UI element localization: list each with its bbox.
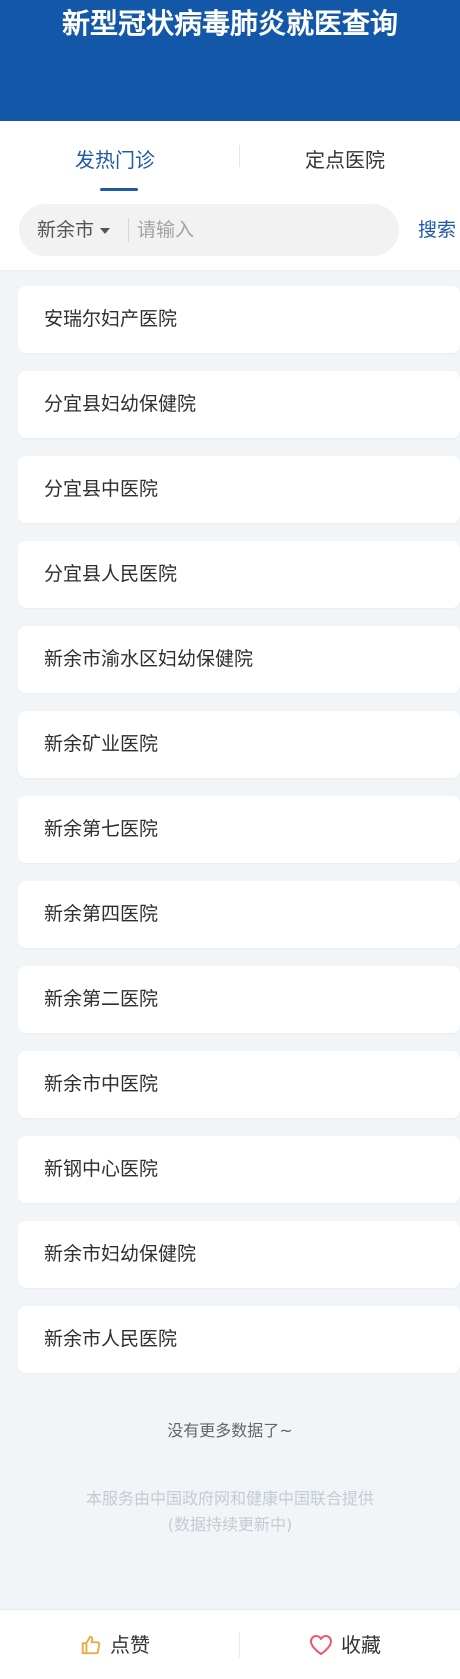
thumbs-up-icon (81, 1635, 101, 1655)
hospital-card[interactable]: 新余第七医院 (18, 796, 460, 863)
hospital-list: 安瑞尔妇产医院 分宜县妇幼保健院 分宜县中医院 分宜县人民医院 新余市渝水区妇幼保健院新… (18, 286, 460, 1391)
hospital-card[interactable]: 分宜县中医院 (18, 456, 460, 523)
hospital-card[interactable]: 新余第四医院 (18, 881, 460, 948)
active-tab-indicator (100, 188, 138, 191)
service-note: 本服务由中国政府网和健康中国联合提供 (数据持续更新中) (0, 1486, 460, 1538)
service-note-line1: 本服务由中国政府网和健康中国联合提供 (85, 1489, 374, 1508)
city-selector[interactable]: 新余市 (37, 204, 111, 256)
page-title: 新型冠状病毒肺炎就医查询 (61, 7, 398, 40)
header-banner: 新型冠状病毒肺炎就医查询 (0, 0, 460, 121)
favorite-label: 收藏 (341, 1633, 381, 1657)
hospital-card[interactable]: 新余市人民医院 (18, 1306, 460, 1373)
tab-bar: 发热门诊 定点医院 (0, 121, 460, 193)
hospital-card[interactable]: 分宜县人民医院 (18, 541, 460, 608)
caret-down-icon (100, 227, 111, 234)
hospital-card[interactable]: 分宜县妇幼保健院 (18, 371, 460, 438)
hospital-card[interactable]: 新余第二医院 (18, 966, 460, 1033)
like-button[interactable]: 点赞 (0, 1610, 230, 1679)
hospital-card[interactable]: 新余市妇幼保健院 (18, 1221, 460, 1288)
bottom-action-bar: 点赞 收藏 (0, 1609, 460, 1679)
tab-designated-hospital[interactable]: 定点医院 (230, 121, 460, 193)
hospital-card[interactable]: 新余矿业医院 (18, 711, 460, 778)
heart-icon (310, 1635, 332, 1655)
hospital-card[interactable]: 新余市中医院 (18, 1051, 460, 1118)
tab-fever-clinic[interactable]: 发热门诊 (0, 121, 230, 193)
hospital-card[interactable]: 新余市渝水区妇幼保健院 (18, 626, 460, 693)
no-more-data-text: 没有更多数据了~ (167, 1421, 293, 1440)
like-label: 点赞 (110, 1633, 150, 1657)
hospital-card[interactable]: 新钢中心医院 (18, 1136, 460, 1203)
favorite-button[interactable]: 收藏 (230, 1610, 460, 1679)
search-box: 新余市 (19, 204, 399, 256)
city-label: 新余市 (37, 219, 95, 241)
service-note-line2: (数据持续更新中) (167, 1515, 293, 1534)
hospital-card[interactable]: 安瑞尔妇产医院 (18, 286, 460, 353)
search-divider (128, 218, 129, 242)
search-input[interactable] (137, 212, 377, 248)
search-area: 新余市 搜索 (0, 193, 460, 271)
search-button[interactable]: 搜索 (418, 204, 456, 256)
